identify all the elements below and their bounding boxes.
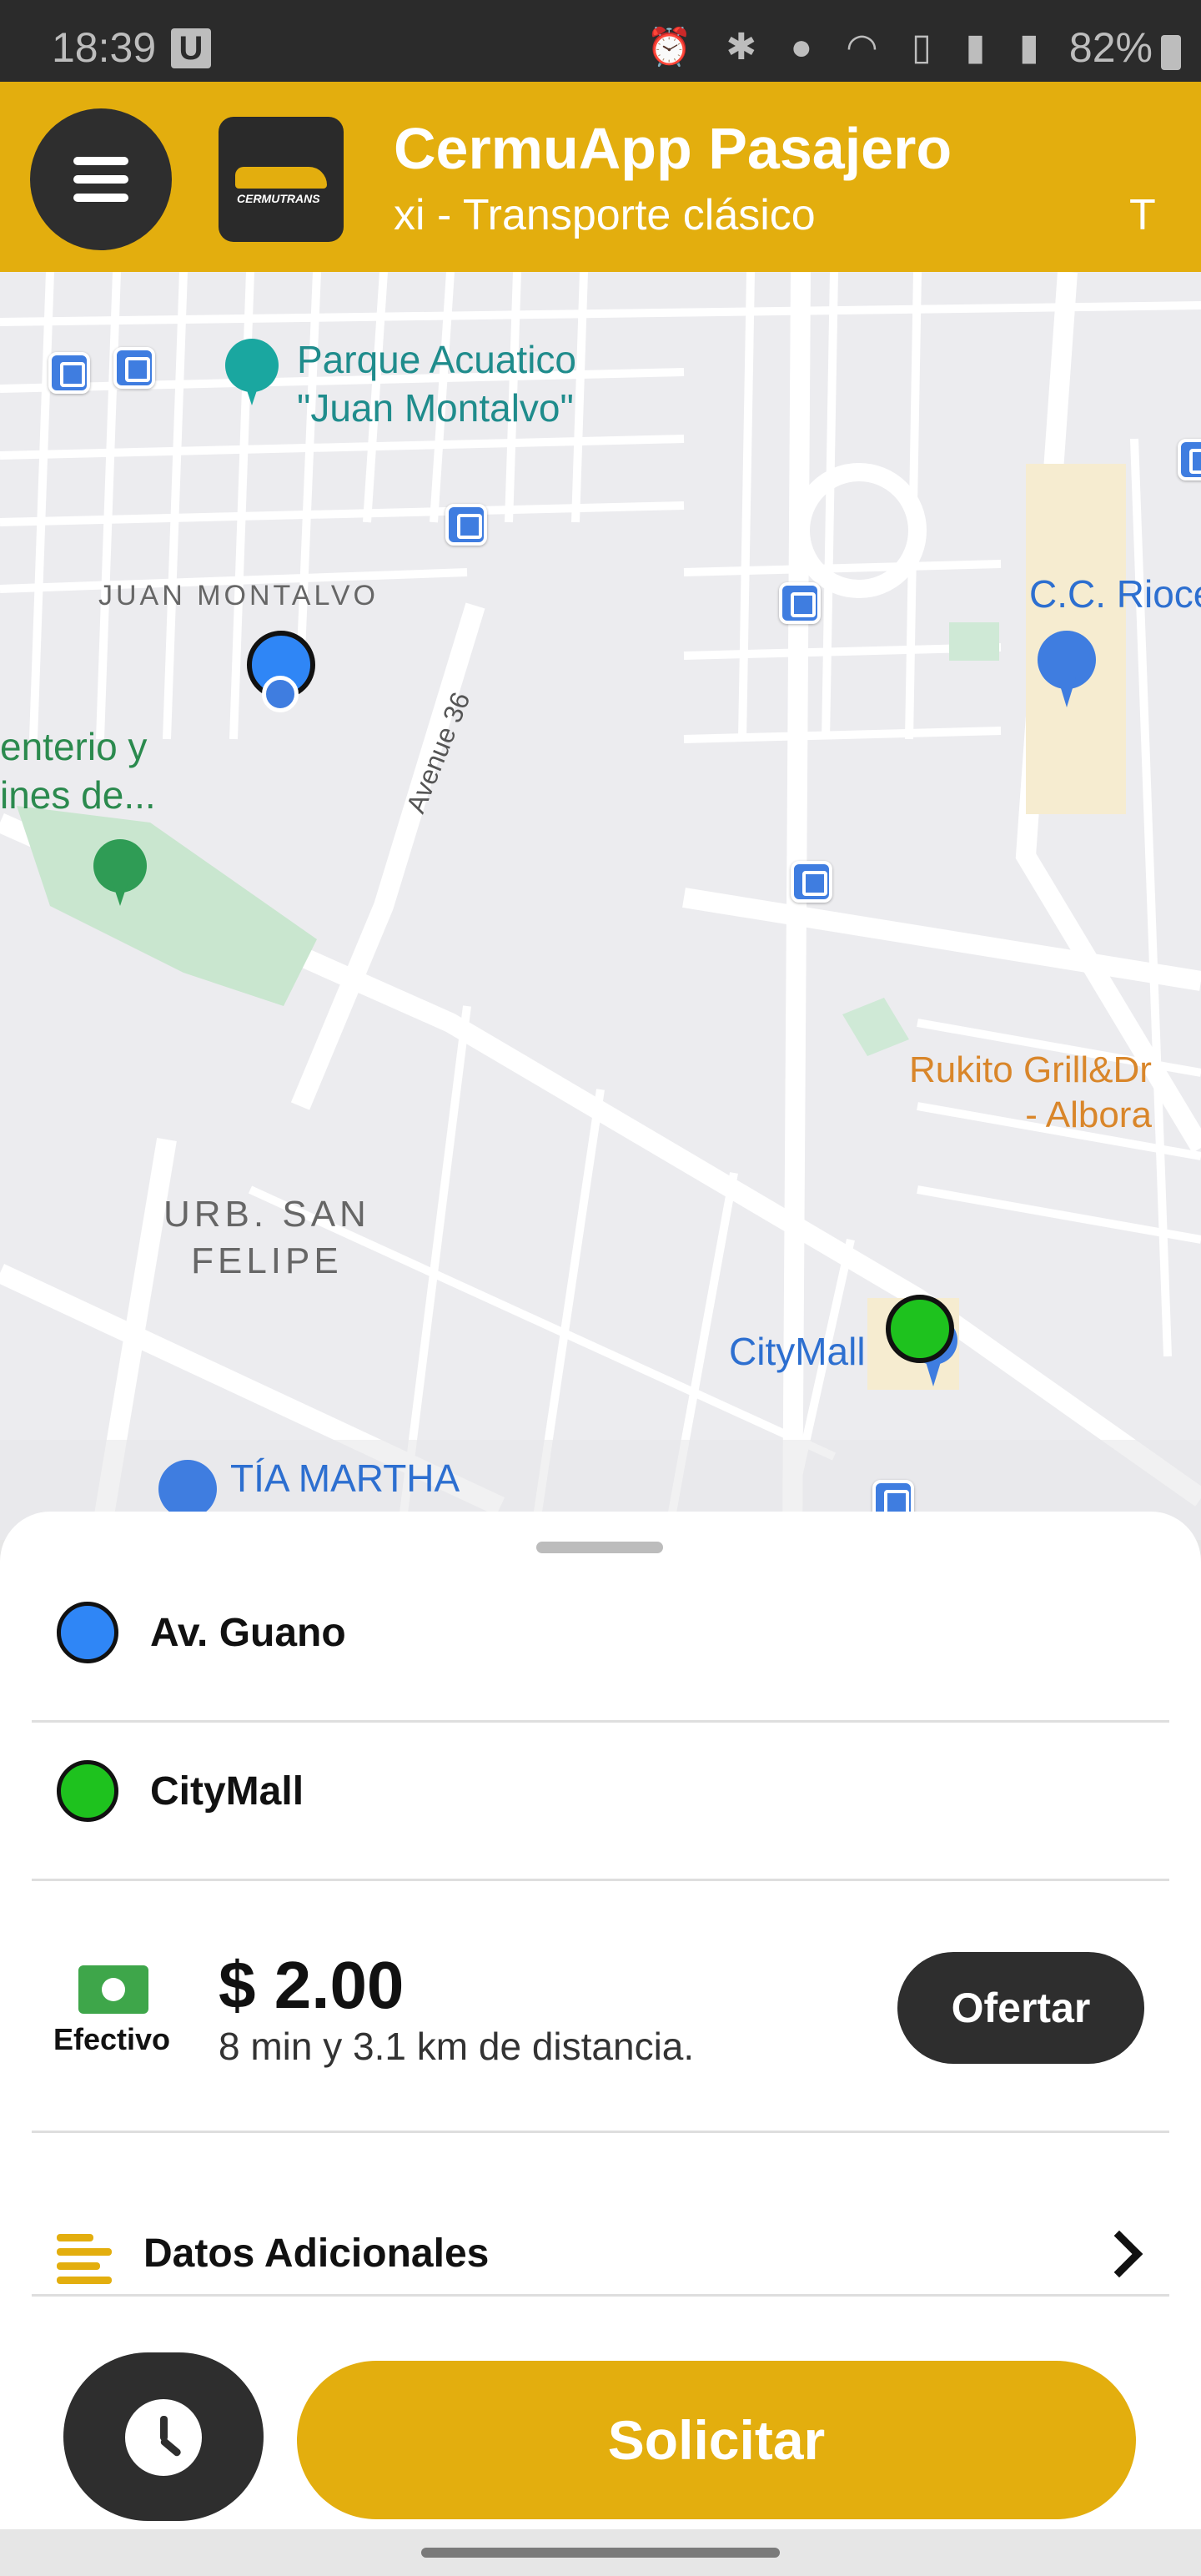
logo-text: CERMUTRANS <box>237 192 320 205</box>
map-label-citymall: CityMall <box>729 1330 866 1373</box>
origin-label: Av. Guano <box>150 1611 346 1655</box>
system-nav-bar <box>0 2529 1201 2576</box>
battery-percentage: 82% <box>1068 24 1153 71</box>
app-subtitle: xi - Transporte clásico T <box>394 190 1178 240</box>
park-pin-icon[interactable] <box>225 339 279 409</box>
map-label-cemetery: enterio y ines de... <box>0 725 156 817</box>
park-tree-icon[interactable] <box>93 839 147 909</box>
additional-data-label: Datos Adicionales <box>143 2231 490 2276</box>
subtitle-text: xi - Transporte clásico <box>394 191 816 239</box>
origin-row[interactable]: Av. Guano <box>0 1553 1201 1712</box>
clock-icon <box>125 2399 202 2476</box>
app-logo: CERMUTRANS <box>219 117 344 242</box>
list-icon <box>57 2234 112 2284</box>
trip-eta: 8 min y 3.1 km de distancia. <box>219 2025 695 2068</box>
bus-stop-icon[interactable] <box>48 352 90 394</box>
bus-stop-icon[interactable] <box>791 861 832 903</box>
map-label-juan-montalvo: JUAN MONTALVO <box>98 580 379 611</box>
bus-stop-icon[interactable] <box>779 582 821 624</box>
subtitle-tail: T <box>1129 191 1156 239</box>
origin-dot-icon <box>57 1602 118 1663</box>
notification-badge: U <box>171 28 211 68</box>
app-title: CermuApp Pasajero <box>394 116 952 181</box>
map-label-tia-martha: TÍA MARTHA <box>230 1457 460 1500</box>
map-label-cc-rioce: C.C. Rioce <box>1029 572 1201 616</box>
destination-marker[interactable] <box>886 1295 954 1363</box>
cash-icon[interactable] <box>78 1965 148 2014</box>
status-icons: ⏰ ✱ ● ◠ ▯ ▮ ▮ <box>646 27 1051 68</box>
bus-stop-icon[interactable] <box>113 347 155 389</box>
offer-button[interactable]: Ofertar <box>897 1952 1144 2064</box>
destination-dot-icon <box>57 1760 118 1822</box>
menu-button[interactable] <box>30 108 172 250</box>
cart-pin-icon[interactable] <box>158 1460 217 1518</box>
hamburger-icon <box>73 157 128 165</box>
map-label-san-felipe: URB. SAN FELIPE <box>163 1194 370 1281</box>
request-button[interactable]: Solicitar <box>297 2361 1136 2519</box>
map-label-rukito: Rukito Grill&Dr - Albora <box>909 1049 1152 1135</box>
payment-method-label[interactable]: Efectivo <box>53 2022 170 2057</box>
app-header: CERMUTRANS CermuApp Pasajero xi - Transp… <box>0 82 1201 272</box>
destination-label: CityMall <box>150 1769 304 1814</box>
map-view[interactable]: Parque Acuatico "Juan Montalvo" JUAN MON… <box>0 272 1201 1540</box>
status-bar: 18:39 U ⏰ ✱ ● ◠ ▯ ▮ ▮ 82% <box>0 0 1201 82</box>
status-time: 18:39 <box>52 24 157 71</box>
schedule-button[interactable] <box>63 2352 264 2521</box>
additional-data-row[interactable]: Datos Adicionales <box>0 2146 1201 2287</box>
divider <box>32 1879 1169 1881</box>
chevron-right-icon <box>1095 2230 1143 2278</box>
divider <box>32 2294 1169 2297</box>
map-label-park: Parque Acuatico "Juan Montalvo" <box>297 338 577 430</box>
battery-icon <box>1161 35 1181 70</box>
trip-price: $ 2.00 <box>219 1948 405 2022</box>
shopping-pin-icon[interactable] <box>1038 631 1096 711</box>
home-gesture-pill[interactable] <box>421 2548 780 2558</box>
car-logo-icon <box>235 167 327 189</box>
sheet-drag-handle[interactable] <box>536 1542 663 1553</box>
divider <box>32 2131 1169 2133</box>
bus-stop-icon[interactable] <box>1178 439 1201 480</box>
destination-row[interactable]: CityMall <box>0 1712 1201 1870</box>
map-roads <box>0 272 1201 1540</box>
current-location-dot <box>262 676 299 712</box>
bus-stop-icon[interactable] <box>445 504 487 546</box>
trip-bottom-sheet: Av. Guano CityMall Efectivo $ 2.00 8 min… <box>0 1512 1201 2529</box>
